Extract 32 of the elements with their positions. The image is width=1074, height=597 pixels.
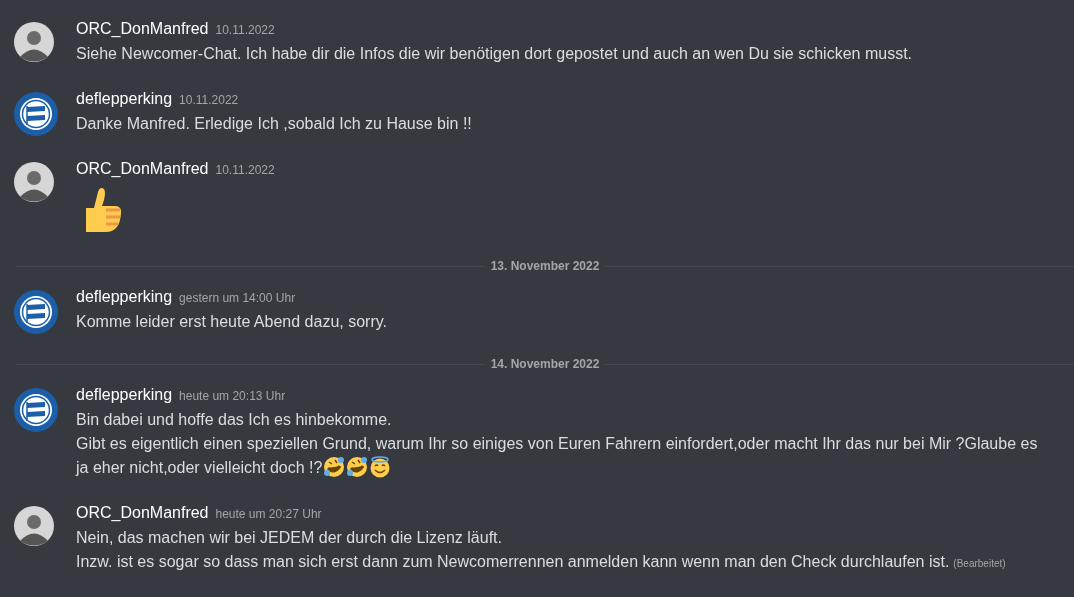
author-name[interactable]: ORC_DonManfred (76, 160, 209, 178)
date-divider-label: 13. November 2022 (489, 259, 601, 273)
club-badge-icon (14, 92, 58, 136)
timestamp: heute um 20:13 Uhr (179, 389, 286, 403)
author-name[interactable]: deflepperking (76, 90, 173, 108)
laughing-face-icon (346, 456, 369, 478)
message-text: Siehe Newcomer-Chat. Ich habe dir die Infos die wir benötigen dort gepostet und auch an wen Du sie schicken musst. (76, 45, 912, 62)
timestamp: gestern um 14:00 Uhr (179, 291, 296, 305)
avatar-silhouette-icon (14, 162, 54, 202)
club-badge-icon (14, 388, 58, 432)
message-text: Komme leider erst heute Abend dazu, sorry. (76, 313, 387, 330)
author-name[interactable]: deflepperking (76, 288, 173, 306)
message-text: Nein, das machen wir bei JEDEM der durch die Lizenz läuft. (76, 529, 502, 546)
laughing-face-icon (323, 456, 346, 478)
message-text: Gibt es eigentlich einen speziellen Grund, warum Ihr so einiges von Euren Fahrern einfordert,oder macht Ihr das nur bei Mir ?Glaube es (76, 435, 1038, 452)
avatar-silhouette-icon (14, 506, 54, 546)
club-badge-icon (14, 290, 58, 334)
message-text: Danke Manfred. Erledige Ich ,sobald Ich zu Hause bin !! (76, 115, 472, 132)
message-text: ja eher nicht,oder vielleicht doch !? (76, 459, 323, 476)
avatar-silhouette-icon (14, 22, 54, 62)
timestamp: 10.11.2022 (215, 23, 275, 37)
timestamp: 10.11.2022 (215, 163, 275, 177)
halo-smiley-icon (369, 456, 392, 478)
timestamp: heute um 20:27 Uhr (215, 507, 322, 521)
author-name[interactable]: ORC_DonManfred (76, 20, 209, 38)
author-name[interactable]: deflepperking (76, 386, 173, 404)
message-text: Bin dabei und hoffe das Ich es hinbekomme. (76, 411, 392, 428)
message-text: Inzw. ist es sogar so dass man sich erst dann zum Newcomerrennen anmelden kann wenn man den Check durchlaufen ist. (76, 553, 950, 570)
date-divider-label: 14. November 2022 (489, 357, 601, 371)
edited-label: (Bearbeitet) (953, 558, 1006, 569)
author-name[interactable]: ORC_DonManfred (76, 504, 209, 522)
timestamp: 10.11.2022 (179, 93, 239, 107)
